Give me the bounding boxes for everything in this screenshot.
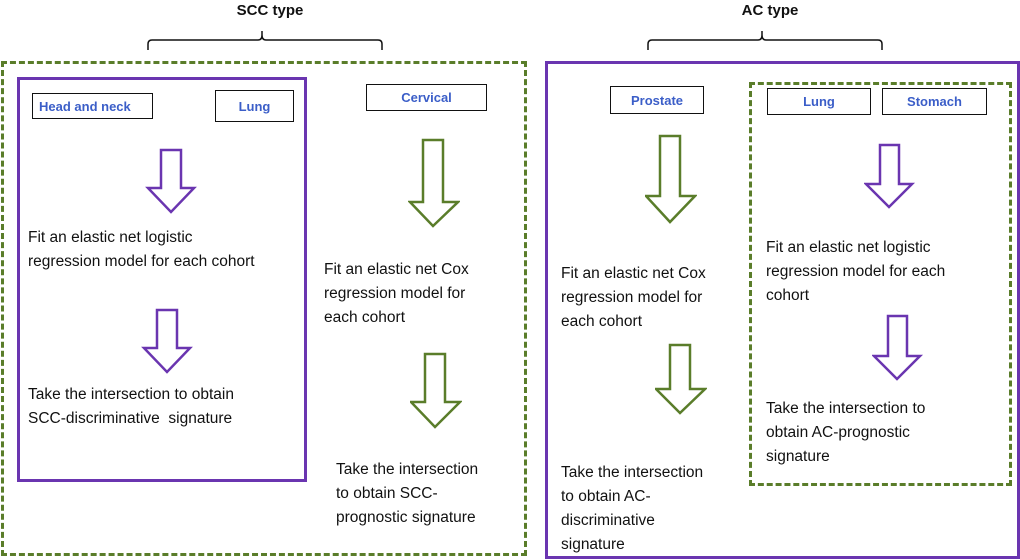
ac-type-title: AC type	[741, 2, 799, 19]
ac-discriminative-step1: Fit an elastic net Cox regression model …	[561, 262, 751, 334]
down-arrow-icon	[410, 352, 462, 429]
step-text-line: signature	[766, 448, 830, 465]
step-text-line: Take the intersection to obtain	[28, 386, 234, 403]
ac-prognostic-step2: Take the intersection to obtain AC-progn…	[766, 397, 1006, 469]
step-text-line: signature	[561, 536, 625, 553]
step-text-line: to obtain AC-	[561, 488, 651, 505]
step-text-line: Take the intersection	[561, 464, 704, 481]
step-text-line: Fit an elastic net Cox	[324, 261, 469, 278]
scc-prognostic-step2: Take the intersection to obtain SCC- pro…	[336, 458, 526, 530]
step-text-line: regression model for	[561, 289, 703, 306]
step-text-line: regression model for each cohort	[28, 253, 255, 270]
scc-brace-icon	[147, 31, 383, 50]
down-arrow-icon	[645, 134, 697, 224]
down-arrow-icon	[864, 143, 916, 209]
step-text-line: SCC-discriminative signature	[28, 410, 233, 427]
step-text-line: Take the intersection	[336, 461, 479, 478]
step-text-line: each cohort	[561, 313, 642, 330]
cohort-head-and-neck: Head and neck	[32, 93, 153, 119]
step-text-line: regression model for each	[766, 263, 946, 280]
step-text-line: Fit an elastic net Cox	[561, 265, 706, 282]
cohort-prostate: Prostate	[610, 86, 704, 114]
step-text-line: each cohort	[324, 309, 405, 326]
ac-brace-icon	[647, 31, 883, 50]
scc-discriminative-step1: Fit an elastic net logistic regression m…	[28, 226, 308, 274]
down-arrow-icon	[145, 148, 197, 214]
step-text-line: regression model for	[324, 285, 466, 302]
step-text-line: to obtain SCC-	[336, 485, 438, 502]
down-arrow-icon	[141, 308, 193, 374]
step-text-line: Fit an elastic net logistic	[766, 239, 931, 256]
scc-discriminative-step2: Take the intersection to obtain SCC-disc…	[28, 383, 308, 431]
down-arrow-icon	[872, 314, 924, 381]
step-text-line: Take the intersection to	[766, 400, 926, 417]
ac-discriminative-step2: Take the intersection to obtain AC- disc…	[561, 461, 751, 557]
step-text-line: discriminative	[561, 512, 655, 529]
step-text-line: Fit an elastic net logistic	[28, 229, 193, 246]
down-arrow-icon	[408, 138, 460, 228]
cohort-lung-scc: Lung	[215, 90, 294, 122]
step-text-line: prognostic signature	[336, 509, 476, 526]
ac-prognostic-step1: Fit an elastic net logistic regression m…	[766, 236, 1006, 308]
scc-prognostic-step1: Fit an elastic net Cox regression model …	[324, 258, 524, 330]
down-arrow-icon	[655, 343, 707, 415]
cohort-cervical: Cervical	[366, 84, 487, 111]
cohort-stomach: Stomach	[882, 88, 987, 115]
scc-type-title: SCC type	[236, 2, 304, 19]
step-text-line: obtain AC-prognostic	[766, 424, 910, 441]
step-text-line: cohort	[766, 287, 810, 304]
cohort-lung-ac: Lung	[767, 88, 871, 115]
